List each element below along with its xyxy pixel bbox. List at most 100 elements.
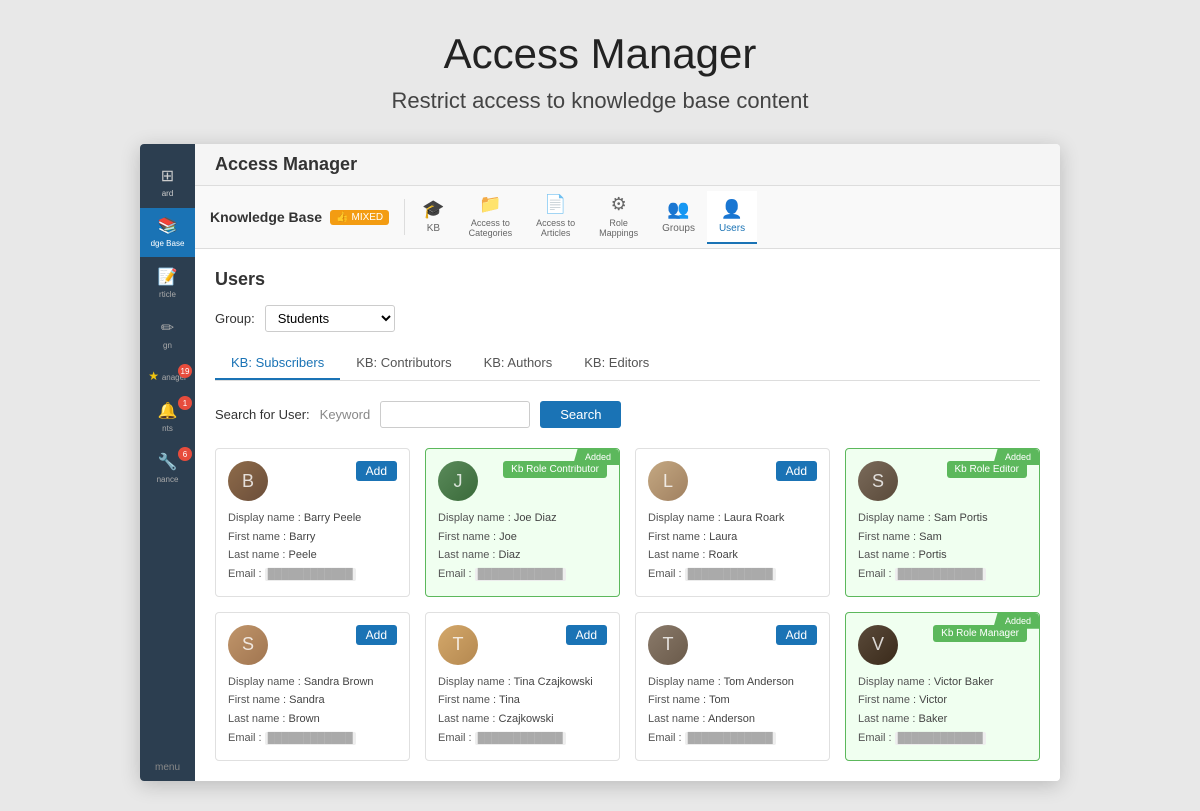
user-card-barry: B Add Display name : Barry Peele First n… xyxy=(215,448,410,597)
first-name-joe: First name : Joe xyxy=(438,528,607,547)
email-value-laura: ████████████ xyxy=(685,568,776,581)
main-header: Access Manager xyxy=(195,144,1060,186)
avatar-sam: S xyxy=(858,461,898,501)
tabs-bar: Knowledge Base 👍 MIXED 🎓 KB 📁 Access toC… xyxy=(195,186,1060,249)
email-value-victor: ████████████ xyxy=(895,732,986,745)
role-tab-authors[interactable]: KB: Authors xyxy=(468,347,569,380)
add-button-laura[interactable]: Add xyxy=(776,461,817,481)
first-name-laura: First name : Laura xyxy=(648,528,817,547)
kb-tab-icon: 🎓 xyxy=(422,199,444,220)
sidebar-item-manager[interactable]: ★ anager 19 xyxy=(140,361,195,391)
email-joe: Email : ████████████ xyxy=(438,565,607,584)
user-info-victor: Display name : Victor Baker First name :… xyxy=(858,673,1027,748)
avatar-face-tom: T xyxy=(648,625,688,665)
user-card-sam: Added S Kb Role Editor Display name : Sa… xyxy=(845,448,1040,597)
articles-tab-label: Access toArticles xyxy=(536,218,575,238)
email-victor: Email : ████████████ xyxy=(858,729,1027,748)
groups-tab-label: Groups xyxy=(662,223,695,234)
card-top: B Add xyxy=(228,461,397,501)
avatar-barry: B xyxy=(228,461,268,501)
avatar-tina: T xyxy=(438,625,478,665)
users-tab-label: Users xyxy=(719,223,745,234)
sidebar-item-notifications[interactable]: 🔔 nts 1 xyxy=(140,393,195,442)
first-name-tom: First name : Tom xyxy=(648,691,817,710)
tab-groups[interactable]: 👥 Groups xyxy=(650,191,707,244)
user-info-barry: Display name : Barry Peele First name : … xyxy=(228,509,397,584)
first-name-barry: First name : Barry xyxy=(228,528,397,547)
added-ribbon: Added xyxy=(573,449,619,465)
add-button-tina[interactable]: Add xyxy=(566,625,607,645)
knowledge-base-icon: 📚 xyxy=(140,216,195,236)
avatar-face-tina: T xyxy=(438,625,478,665)
tab-users[interactable]: 👤 Users xyxy=(707,191,757,244)
search-label: Search for User: xyxy=(215,407,310,422)
page-subtitle: Restrict access to knowledge base conten… xyxy=(391,88,808,114)
notifications-badge: 1 xyxy=(178,396,192,410)
users-tab-icon: 👤 xyxy=(721,199,743,220)
search-input[interactable] xyxy=(380,401,530,428)
email-value-tom: ████████████ xyxy=(685,732,776,745)
categories-tab-icon: 📁 xyxy=(479,194,501,215)
sidebar-item-design[interactable]: ✏ gn xyxy=(140,310,195,359)
add-button-sandra[interactable]: Add xyxy=(356,625,397,645)
card-top: S Add xyxy=(228,625,397,665)
role-tab-editors[interactable]: KB: Editors xyxy=(568,347,665,380)
main-content: Access Manager Knowledge Base 👍 MIXED 🎓 … xyxy=(195,144,1060,781)
display-name-victor: Display name : Victor Baker xyxy=(858,673,1027,692)
sidebar-item-dashboard[interactable]: ⊞ ard xyxy=(140,154,195,206)
added-ribbon: Added xyxy=(993,613,1039,629)
role-tab-subscribers[interactable]: KB: Subscribers xyxy=(215,347,340,380)
role-tab-contributors[interactable]: KB: Contributors xyxy=(340,347,467,380)
avatar-face-laura: L xyxy=(648,461,688,501)
user-card-victor: Added V Kb Role Manager Display name : V… xyxy=(845,612,1040,761)
sidebar-item-maintenance[interactable]: 🔧 nance 6 xyxy=(140,444,195,493)
kb-label: Knowledge Base xyxy=(210,209,322,225)
dashboard-icon: ⊞ xyxy=(140,166,195,186)
email-value-sandra: ████████████ xyxy=(265,732,356,745)
email-value-barry: ████████████ xyxy=(265,568,356,581)
group-select[interactable]: Students All Admins Teachers xyxy=(265,305,395,332)
display-name-laura: Display name : Laura Roark xyxy=(648,509,817,528)
user-info-laura: Display name : Laura Roark First name : … xyxy=(648,509,817,584)
maintenance-badge: 6 xyxy=(178,447,192,461)
tab-role-mappings[interactable]: ⚙ RoleMappings xyxy=(587,186,650,248)
main-header-title: Access Manager xyxy=(215,154,357,174)
tab-access-articles[interactable]: 📄 Access toArticles xyxy=(524,186,587,248)
email-value-sam: ████████████ xyxy=(895,568,986,581)
tab-access-categories[interactable]: 📁 Access toCategories xyxy=(457,186,525,248)
groups-tab-icon: 👥 xyxy=(667,199,689,220)
email-tom: Email : ████████████ xyxy=(648,729,817,748)
email-sam: Email : ████████████ xyxy=(858,565,1027,584)
user-info-sandra: Display name : Sandra Brown First name :… xyxy=(228,673,397,748)
role-mappings-tab-icon: ⚙ xyxy=(611,194,627,215)
articles-tab-icon: 📄 xyxy=(544,194,566,215)
first-name-sam: First name : Sam xyxy=(858,528,1027,547)
user-card-tom: T Add Display name : Tom Anderson First … xyxy=(635,612,830,761)
tab-kb[interactable]: 🎓 KB xyxy=(410,191,456,244)
manager-badge: 19 xyxy=(178,364,192,378)
sidebar-item-knowledge-base[interactable]: 📚 dge Base xyxy=(140,208,195,257)
add-button-tom[interactable]: Add xyxy=(776,625,817,645)
mixed-text: MIXED xyxy=(351,212,383,223)
last-name-sandra: Last name : Brown xyxy=(228,710,397,729)
last-name-tina: Last name : Czajkowski xyxy=(438,710,607,729)
added-ribbon: Added xyxy=(993,449,1039,465)
avatar-face-victor: V xyxy=(858,625,898,665)
search-button[interactable]: Search xyxy=(540,401,621,428)
categories-tab-label: Access toCategories xyxy=(469,218,513,238)
add-button-barry[interactable]: Add xyxy=(356,461,397,481)
sidebar-item-article[interactable]: 📝 rticle xyxy=(140,259,195,308)
card-top: L Add xyxy=(648,461,817,501)
kb-tab-label: KB xyxy=(427,223,440,234)
user-info-tina: Display name : Tina Czajkowski First nam… xyxy=(438,673,607,748)
section-title: Users xyxy=(215,269,1040,290)
avatar-face-sam: S xyxy=(858,461,898,501)
content-area: Users Group: Students All Admins Teacher… xyxy=(195,249,1060,781)
display-name-joe: Display name : Joe Diaz xyxy=(438,509,607,528)
sidebar-bottom-menu[interactable]: menu xyxy=(155,754,180,781)
role-mappings-tab-label: RoleMappings xyxy=(599,218,638,238)
design-icon: ✏ xyxy=(140,318,195,338)
card-top: S Kb Role Editor xyxy=(858,461,1027,501)
email-value-joe: ████████████ xyxy=(475,568,566,581)
star-icon: ★ xyxy=(148,369,159,383)
